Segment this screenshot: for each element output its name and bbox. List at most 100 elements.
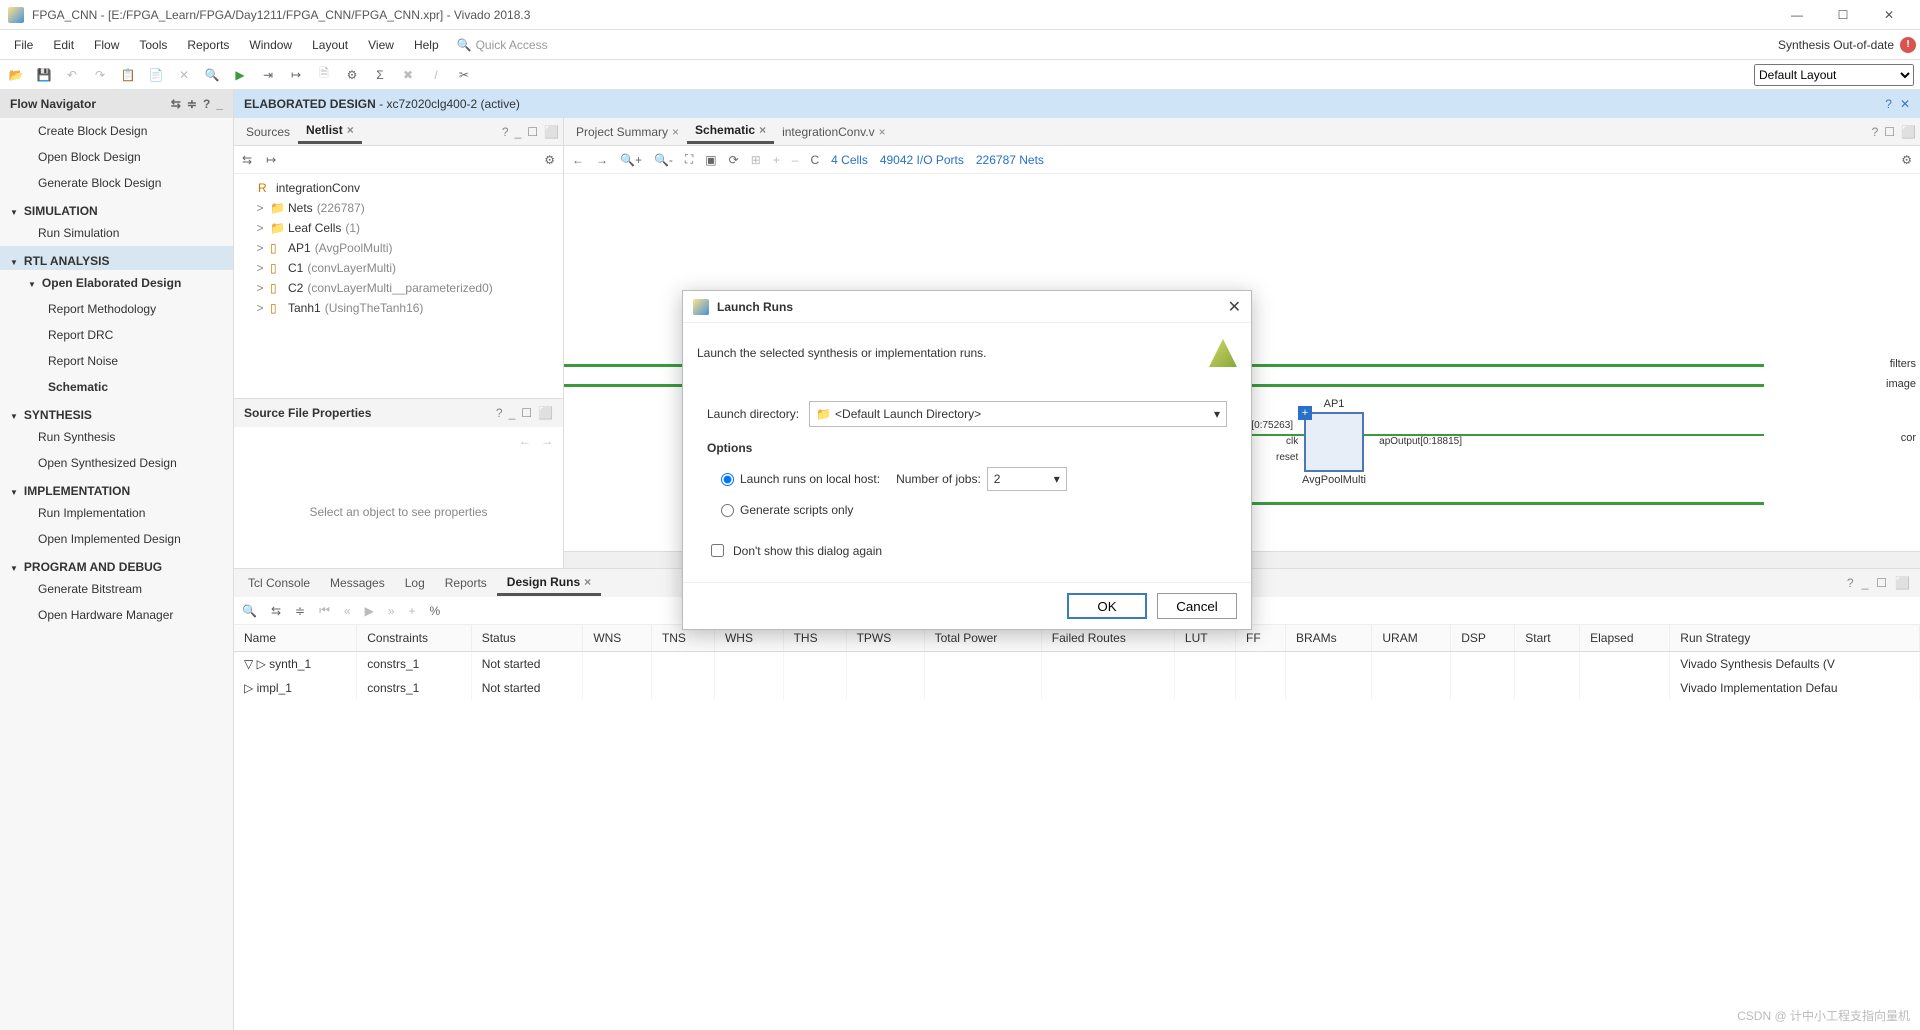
maximize-button[interactable]: ☐ [1820,0,1866,30]
expand-icon[interactable]: ≑ [187,97,197,111]
collapse-icon[interactable]: ⇆ [171,97,181,111]
tab-sources[interactable]: Sources [238,121,298,143]
refresh-icon[interactable]: ⟳ [729,153,739,167]
menu-help[interactable]: Help [404,30,449,59]
back-icon[interactable]: ← [519,434,531,448]
expand-tree-icon[interactable]: ↦ [266,153,276,167]
collapse-icon[interactable]: ⇆ [271,604,281,618]
prev-icon[interactable]: « [344,604,351,618]
close-icon[interactable]: ✕ [1900,97,1910,111]
zoom-area-icon[interactable]: ▣ [705,153,716,167]
restore-icon[interactable]: ☐ [1876,576,1887,590]
copy-icon[interactable]: 📋 [118,65,138,85]
collapse-tree-icon[interactable]: ⇆ [242,153,252,167]
minimize-icon[interactable]: _ [515,125,522,139]
close-tab-icon[interactable]: × [672,125,679,139]
restore-icon[interactable]: ☐ [527,125,538,139]
nav-item[interactable]: Run Implementation [0,500,233,526]
gear-icon[interactable]: ⚙ [1901,153,1912,167]
restore-icon[interactable]: ☐ [521,406,532,420]
nav-item[interactable]: Create Block Design [0,118,233,144]
quick-access[interactable]: 🔍Quick Access [457,38,548,52]
dont-show-checkbox[interactable] [711,544,724,557]
close-tab-icon[interactable]: × [759,123,766,137]
nav-fwd-icon[interactable]: → [596,153,608,167]
table-row[interactable]: ▽ ▷ synth_1constrs_1Not startedVivado Sy… [234,652,1920,677]
tree-row[interactable]: >▯C2 (convLayerMulti__parameterized0) [242,278,555,298]
menu-view[interactable]: View [358,30,404,59]
minimize-icon[interactable]: _ [1862,576,1869,590]
tab-project-summary[interactable]: Project Summary× [568,121,687,143]
menu-window[interactable]: Window [239,30,302,59]
nav-item[interactable]: Open Synthesized Design [0,450,233,476]
nav-item[interactable]: Run Synthesis [0,424,233,450]
maximize-icon[interactable]: ⬜ [1901,125,1916,139]
menu-tools[interactable]: Tools [129,30,177,59]
redo-icon[interactable]: ↷ [90,65,110,85]
doc-icon[interactable]: 🗎 [314,65,334,85]
close-panel-icon[interactable]: _ [216,97,223,111]
tab-source-file[interactable]: integrationConv.v× [774,121,894,143]
tab-netlist[interactable]: Netlist× [298,119,362,144]
close-button[interactable]: ✕ [1866,0,1912,30]
help-icon[interactable]: ? [1847,576,1854,590]
col-header[interactable]: BRAMs [1286,625,1372,652]
tree-row[interactable]: >▯C1 (convLayerMulti) [242,258,555,278]
nav-section[interactable]: IMPLEMENTATION [0,476,233,500]
tree-row[interactable]: >▯Tanh1 (UsingTheTanh16) [242,298,555,318]
menu-flow[interactable]: Flow [84,30,129,59]
tab-design-runs[interactable]: Design Runs× [497,571,601,596]
nav-item[interactable]: Schematic [0,374,233,400]
plus-icon[interactable]: + [773,153,780,167]
zoom-in-icon[interactable]: 🔍+ [620,153,642,167]
help-icon[interactable]: ? [203,97,210,111]
tree-row[interactable]: >▯AP1 (AvgPoolMulti) [242,238,555,258]
block-ap1[interactable]: AP1 + apInput[0:75263] clk reset apOutpu… [1304,412,1364,472]
nav-section[interactable]: SYNTHESIS [0,400,233,424]
col-header[interactable]: Start [1515,625,1580,652]
nav-back-icon[interactable]: ← [572,153,584,167]
col-header[interactable]: Run Strategy [1670,625,1920,652]
jobs-select[interactable]: 2▾ [987,467,1067,491]
cells-link[interactable]: 4 Cells [831,153,868,167]
minus-icon[interactable]: – [792,153,799,167]
cancel-icon[interactable]: ✖ [398,65,418,85]
delete-icon[interactable]: ✕ [174,65,194,85]
percent-icon[interactable]: % [430,604,441,618]
nav-item[interactable]: Open Block Design [0,144,233,170]
col-header[interactable]: Constraints [357,625,471,652]
run-icon[interactable]: ▶ [230,65,250,85]
warning-icon[interactable]: ! [1900,37,1916,53]
col-header[interactable]: URAM [1372,625,1451,652]
maximize-icon[interactable]: ⬜ [544,125,559,139]
step-icon[interactable]: ⇥ [258,65,278,85]
tree-row[interactable]: >📁Leaf Cells (1) [242,218,555,238]
col-header[interactable]: DSP [1451,625,1515,652]
col-header[interactable]: WNS [583,625,652,652]
tree-row[interactable]: RintegrationConv [242,178,555,198]
restore-icon[interactable]: ☐ [1884,125,1895,139]
settings-icon[interactable]: ⚙ [342,65,362,85]
link-icon[interactable]: ✂ [454,65,474,85]
tab-schematic[interactable]: Schematic× [687,119,774,144]
col-header[interactable]: Status [471,625,583,652]
expand-icon[interactable]: ≑ [295,604,305,618]
save-icon[interactable]: 💾 [34,65,54,85]
nav-item[interactable]: Report DRC [0,322,233,348]
regen-icon[interactable]: C [810,153,819,167]
col-header[interactable]: Name [234,625,357,652]
nav-item[interactable]: Report Methodology [0,296,233,322]
nav-item[interactable]: Open Implemented Design [0,526,233,552]
next-icon[interactable]: » [388,604,395,618]
tab-log[interactable]: Log [395,572,435,594]
col-header[interactable]: Elapsed [1580,625,1670,652]
menu-reports[interactable]: Reports [177,30,239,59]
help-icon[interactable]: ? [502,125,509,139]
ok-button[interactable]: OK [1067,593,1147,619]
menu-file[interactable]: File [4,30,43,59]
play-icon[interactable]: ▶ [365,604,374,618]
undo-icon[interactable]: ↶ [62,65,82,85]
cancel-button[interactable]: Cancel [1157,593,1237,619]
launch-dir-select[interactable]: 📁<Default Launch Directory> ▾ [809,401,1227,427]
step2-icon[interactable]: ↦ [286,65,306,85]
